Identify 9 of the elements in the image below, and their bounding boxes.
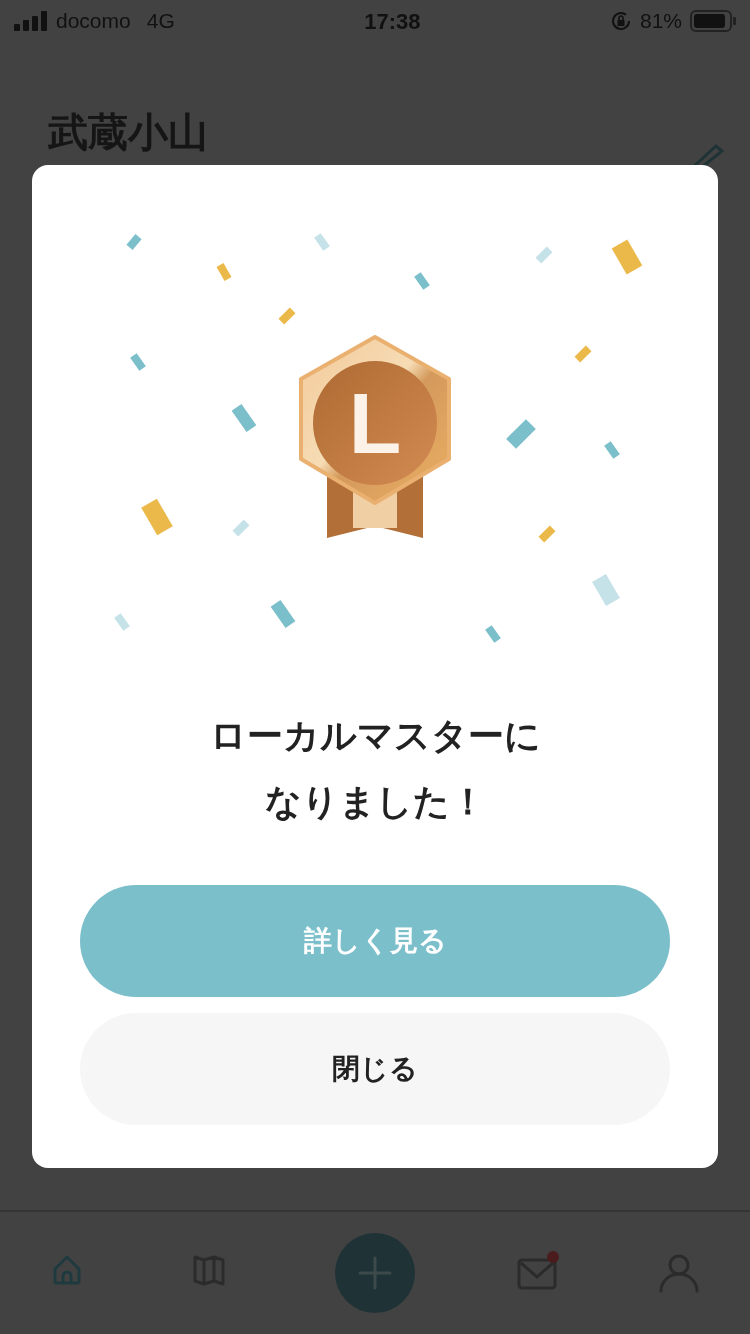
dialog-title: ローカルマスターになりました！ [208,714,542,824]
signal-icon [14,11,48,31]
mail-tab[interactable] [517,1253,557,1293]
close-button[interactable]: 閉じる [80,1013,670,1125]
rotation-lock-icon [609,10,632,32]
person-icon [659,1253,699,1293]
battery-icon [690,10,736,32]
profile-tab[interactable] [659,1253,699,1293]
plus-icon [358,1256,392,1290]
